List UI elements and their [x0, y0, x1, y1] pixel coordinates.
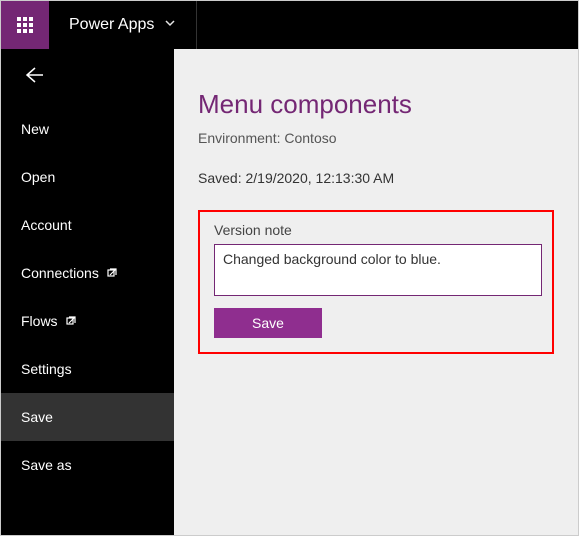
sidebar-item-label: Connections: [21, 265, 99, 281]
external-link-icon: [66, 313, 78, 329]
version-note-section: Version note Save: [198, 210, 554, 354]
app-launcher-button[interactable]: [1, 1, 49, 49]
brand-dropdown[interactable]: Power Apps: [49, 16, 196, 34]
sidebar-item-label: Account: [21, 217, 72, 233]
sidebar-item-label: Flows: [21, 313, 58, 329]
environment-line: Environment: Contoso: [198, 130, 554, 146]
main-panel: Menu components Environment: Contoso Sav…: [174, 49, 578, 535]
arrow-left-icon: [21, 63, 45, 92]
sidebar-item-label: New: [21, 121, 49, 137]
page-title: Menu components: [198, 89, 554, 120]
version-note-input[interactable]: [214, 244, 542, 296]
sidebar-item-label: Save: [21, 409, 53, 425]
sidebar-item-settings[interactable]: Settings: [1, 345, 174, 393]
sidebar-item-flows[interactable]: Flows: [1, 297, 174, 345]
sidebar-item-label: Open: [21, 169, 55, 185]
sidebar-item-new[interactable]: New: [1, 105, 174, 153]
app-header: Power Apps: [1, 1, 578, 49]
sidebar-item-label: Save as: [21, 457, 72, 473]
header-divider: [196, 1, 197, 49]
sidebar-item-connections[interactable]: Connections: [1, 249, 174, 297]
sidebar-item-save[interactable]: Save: [1, 393, 174, 441]
save-button[interactable]: Save: [214, 308, 322, 338]
back-button[interactable]: [1, 49, 174, 105]
sidebar-item-open[interactable]: Open: [1, 153, 174, 201]
sidebar-item-save-as[interactable]: Save as: [1, 441, 174, 489]
chevron-down-icon: [164, 16, 176, 34]
saved-timestamp: Saved: 2/19/2020, 12:13:30 AM: [198, 170, 554, 186]
sidebar-item-label: Settings: [21, 361, 72, 377]
external-link-icon: [107, 265, 119, 281]
sidebar: New Open Account Connections Flows: [1, 49, 174, 535]
version-note-label: Version note: [214, 222, 538, 238]
waffle-icon: [17, 17, 33, 33]
brand-label: Power Apps: [69, 16, 154, 34]
sidebar-item-account[interactable]: Account: [1, 201, 174, 249]
